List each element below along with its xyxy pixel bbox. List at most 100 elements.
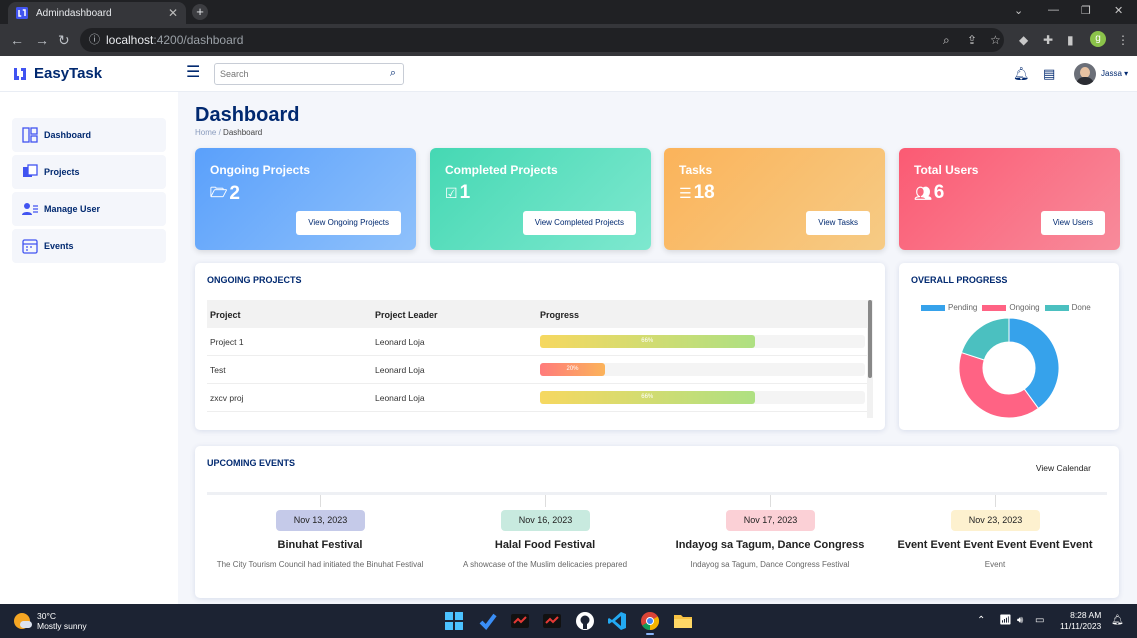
volume-icon[interactable]: 🔊︎ [1017,615,1023,626]
tab-close-icon[interactable]: ✕ [168,6,178,20]
weather-widget[interactable]: 30°C Mostly sunny [14,611,87,631]
windows-taskbar: 30°C Mostly sunny ⌃ 📶︎ 🔊︎ ▭ 8:28 AM 11/1… [0,604,1137,638]
reload-icon[interactable]: ↻ [58,32,70,48]
url-host: localhost [106,33,154,47]
event-title[interactable]: Indayog sa Tagum, Dance Congress [665,539,875,551]
clock-time: 8:28 AM [1070,610,1102,620]
view-ongoing-projects-button[interactable]: View Ongoing Projects [296,211,401,235]
tab-title: Admindashboard [36,7,112,19]
extension-icon[interactable]: ◆ [1019,33,1028,47]
gaming-app-2-icon[interactable] [542,611,562,631]
view-completed-projects-button[interactable]: View Completed Projects [522,211,636,235]
tab-search-icon[interactable]: ⌄ [1014,4,1023,17]
side-panel-icon[interactable]: ▮ [1067,33,1074,47]
address-bar[interactable]: ⓘ localhost:4200/dashboard [80,28,1004,52]
window-close-icon[interactable]: ✕ [1114,4,1123,17]
github-icon[interactable] [575,611,595,631]
browser-tab-bar: Admindashboard ✕ + ⌄ — ❐ ✕ [0,0,1137,24]
column-header[interactable]: Project [210,310,241,320]
weather-sun-icon [14,613,32,629]
forward-icon[interactable]: → [35,32,49,48]
zoom-icon[interactable]: ⌕ [943,33,950,47]
wifi-icon[interactable]: 📶︎ [999,615,1012,626]
start-icon[interactable] [444,611,464,631]
progress-fill: 20% [540,363,605,376]
site-info-icon[interactable]: ⓘ [89,28,100,52]
file-explorer-icon[interactable] [673,611,693,631]
active-app-indicator [646,633,654,635]
logo[interactable]: EasyTask [12,65,102,82]
sidebar-item-label: Events [44,241,74,251]
tray-overflow-icon[interactable]: ⌃ [977,615,985,626]
upcoming-events-card: UPCOMING EVENTS View Calendar Nov 13, 20… [195,446,1119,598]
project-name: Project 1 [210,337,244,347]
users-icon: 👥︎ [914,184,932,201]
column-header[interactable]: Progress [540,310,579,320]
stat-card-ongoing-projects: Ongoing Projects 🗁︎ 2 View Ongoing Proje… [195,148,416,250]
event-title[interactable]: Halal Food Festival [440,539,650,551]
card-title: ONGOING PROJECTS [207,275,302,285]
new-tab-button[interactable]: + [192,4,208,20]
gaming-app-icon[interactable] [510,611,530,631]
sidebar-item-projects[interactable]: Projects [12,155,166,189]
messages-icon[interactable]: ▤ [1043,67,1055,80]
legend-label: Pending [948,303,978,312]
search-icon[interactable]: ⌕ [390,67,396,80]
notification-center-icon[interactable]: 🔔︎ [1111,615,1124,626]
table-row[interactable]: Project 1 Leonard Loja 66% [207,328,867,356]
stat-value: 2 [229,183,240,204]
user-avatar[interactable] [1074,63,1096,85]
project-name: zxcv proj [210,393,244,403]
stat-value-row: 🗁︎ 2 [210,182,240,206]
event-date-badge: Nov 13, 2023 [276,510,365,531]
table-header: Project Project Leader Progress [207,300,867,328]
menu-toggle-icon[interactable]: ☰ [186,65,200,81]
legend-item[interactable]: Ongoing [982,303,1040,312]
battery-icon[interactable]: ▭ [1035,615,1044,626]
breadcrumb: Home / Dashboard [195,128,262,137]
table-row[interactable]: zxcv proj Leonard Loja 66% [207,384,867,412]
user-name-dropdown[interactable]: Jassa ▾ [1101,69,1128,78]
donut-slice-done[interactable] [960,317,1010,361]
search-input[interactable] [215,64,375,84]
sidebar-item-events[interactable]: Events [12,229,166,263]
system-clock[interactable]: 8:28 AM 11/11/2023 [1060,610,1101,632]
table-scrollbar-thumb[interactable] [868,300,872,378]
stat-card-tasks: Tasks ☰ 18 View Tasks [664,148,885,250]
extensions-puzzle-icon[interactable]: ✚ [1043,33,1053,47]
legend-item[interactable]: Done [1044,303,1091,312]
donut-slice-ongoing[interactable] [958,351,1040,419]
sidebar-item-dashboard[interactable]: Dashboard [12,118,166,152]
legend-item[interactable]: Pending [921,303,977,312]
column-header[interactable]: Project Leader [375,310,438,320]
profile-avatar[interactable]: g [1090,31,1106,47]
minimize-icon[interactable]: — [1048,4,1059,16]
app-header: EasyTask ☰ ⌕ 🔔︎ ▤ Jassa ▾ [0,56,1137,92]
overall-progress-donut-chart [958,317,1060,419]
event-title[interactable]: Binuhat Festival [215,539,425,551]
legend-label: Ongoing [1009,303,1040,312]
view-calendar-link[interactable]: View Calendar [1036,463,1091,473]
sidebar-item-manage-user[interactable]: Manage User [12,192,166,226]
browser-menu-icon[interactable]: ⋮ [1117,33,1129,47]
manage-user-icon [22,203,38,215]
maximize-icon[interactable]: ❐ [1081,4,1091,17]
chrome-icon[interactable] [640,611,660,631]
view-users-button[interactable]: View Users [1040,211,1105,235]
back-icon[interactable]: ← [10,32,24,48]
sidebar: Dashboard Projects Manage User Events [0,92,178,604]
card-title: UPCOMING EVENTS [207,458,296,468]
share-icon[interactable]: ⇪ [967,33,977,47]
timeline-tick [320,495,321,507]
vscode-icon[interactable] [607,611,627,631]
legend-swatch [921,304,945,311]
browser-tab[interactable]: Admindashboard ✕ [8,2,186,24]
breadcrumb-home[interactable]: Home [195,128,216,137]
table-row[interactable]: Test Leonard Loja 20% [207,356,867,384]
notifications-bell-icon[interactable]: 🔔︎ [1013,67,1030,80]
bookmark-star-icon[interactable]: ☆ [990,33,1001,47]
event-title[interactable]: Event Event Event Event Event Event [890,539,1100,551]
todo-app-icon[interactable] [478,611,498,631]
sidebar-item-label: Manage User [44,204,101,214]
view-tasks-button[interactable]: View Tasks [806,211,870,235]
